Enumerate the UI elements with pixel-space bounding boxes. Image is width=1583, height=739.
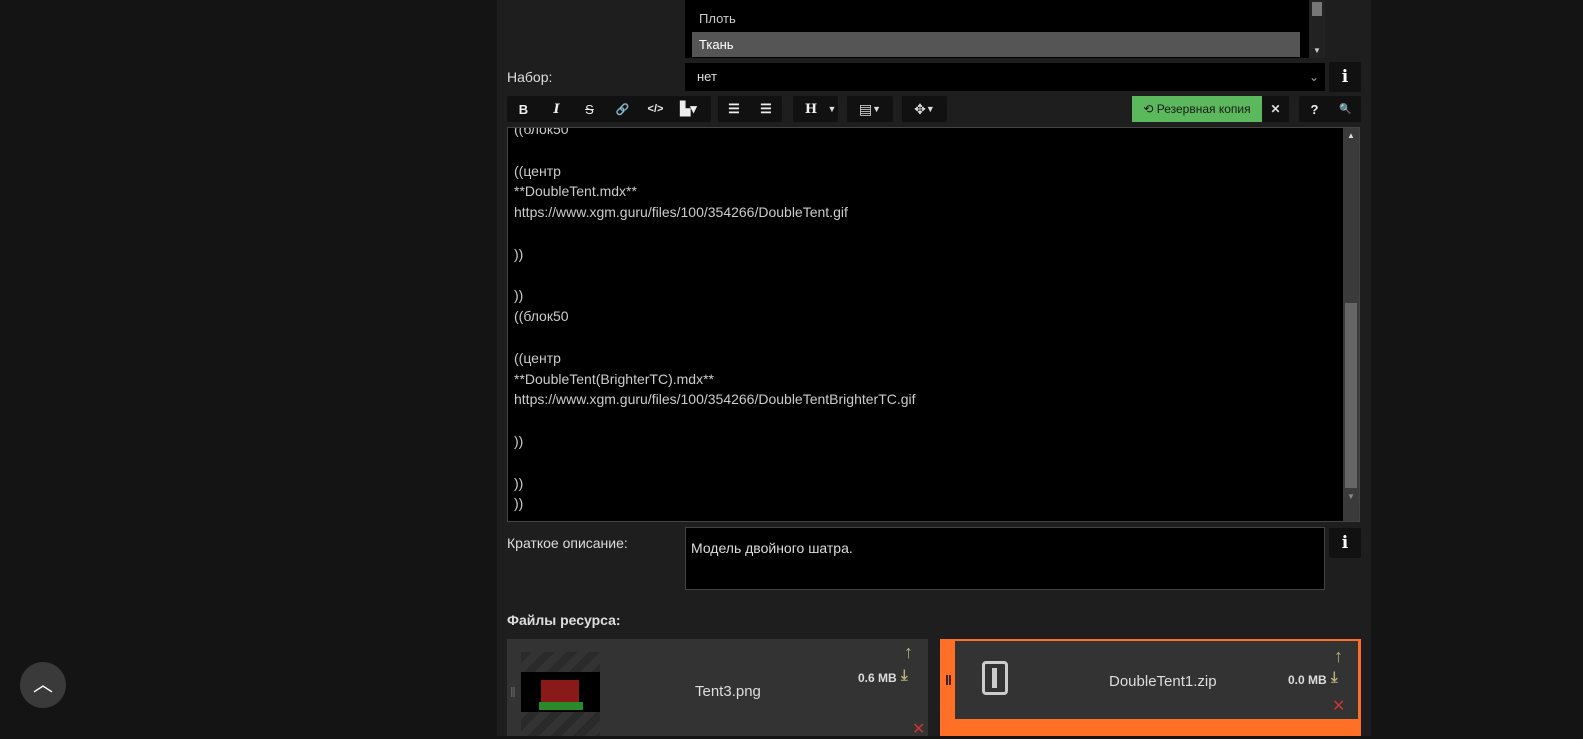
file-name: Tent3.png bbox=[695, 683, 761, 700]
italic-button[interactable]: I bbox=[540, 102, 573, 117]
delete-icon[interactable]: ✕ bbox=[1332, 696, 1345, 716]
short-desc-label: Краткое описание: bbox=[507, 535, 628, 551]
files-heading: Файлы ресурса: bbox=[507, 612, 621, 628]
format-group: B I S 🔗 </> ▙▾ bbox=[507, 96, 711, 122]
short-desc-info-button[interactable]: i bbox=[1329, 528, 1361, 558]
plugin-dropdown-icon[interactable]: ✥ ▼ bbox=[902, 96, 947, 122]
help-button[interactable]: ? bbox=[1299, 102, 1330, 117]
file-size: 0.0 MB bbox=[1288, 673, 1327, 687]
material-listbox[interactable]: Плоть Ткань ▼ bbox=[685, 0, 1325, 58]
file-card: ‖ Tent3.png ↑ 0.6 MB ⤓ ✕ bbox=[507, 639, 928, 739]
backup-button[interactable]: ⟲ Резервная копия bbox=[1132, 96, 1262, 122]
chevron-up-icon: ︿ bbox=[33, 674, 53, 696]
list-dropdown-icon[interactable]: ▤ ▼ bbox=[847, 96, 893, 122]
align-right-icon[interactable]: ☰ bbox=[750, 101, 782, 117]
help-search-group: ? 🔍 bbox=[1299, 96, 1361, 122]
heading-label: H bbox=[804, 101, 818, 117]
drag-handle-icon[interactable]: ‖ bbox=[945, 672, 952, 688]
file-size: 0.6 MB bbox=[858, 671, 897, 685]
close-backup-button[interactable]: ✕ bbox=[1262, 96, 1289, 122]
file-name: DoubleTent1.zip bbox=[1109, 673, 1217, 690]
file-thumbnail bbox=[521, 652, 600, 736]
heading-dropdown[interactable]: H ▼ bbox=[793, 96, 838, 122]
editor-scrollbar[interactable]: ▲ ▼ bbox=[1343, 128, 1359, 521]
download-icon[interactable]: ⤓ bbox=[1331, 669, 1338, 686]
chevron-down-icon: ⌄ bbox=[1308, 70, 1319, 84]
strike-button[interactable]: S bbox=[573, 102, 606, 117]
align-center-icon[interactable]: ☰ bbox=[718, 101, 750, 117]
set-label: Набор: bbox=[507, 69, 553, 85]
content-editor[interactable]: ((блок50 ((центр **DoubleTent.mdx** http… bbox=[507, 127, 1360, 522]
short-desc-textarea[interactable]: Модель двойного шатра. bbox=[685, 527, 1325, 590]
set-info-button[interactable]: i bbox=[1329, 62, 1361, 92]
backup-label: Резервная копия bbox=[1156, 102, 1251, 116]
upload-icon[interactable]: ↑ bbox=[904, 642, 913, 663]
delete-icon[interactable]: ✕ bbox=[912, 719, 925, 739]
bold-button[interactable]: B bbox=[507, 102, 540, 117]
drag-handle-icon[interactable]: ‖ bbox=[510, 684, 516, 700]
history-icon: ⟲ bbox=[1143, 102, 1157, 116]
search-button[interactable]: 🔍 bbox=[1330, 104, 1361, 115]
resource-form: Плоть Ткань ▼ Набор: нет ⌄ i B I S 🔗 </> … bbox=[497, 0, 1371, 739]
option-plot[interactable]: Плоть bbox=[692, 6, 1300, 31]
option-tkan-selected[interactable]: Ткань bbox=[692, 32, 1300, 57]
scroll-to-top-button[interactable]: ︿ bbox=[20, 662, 66, 708]
code-button[interactable]: </> bbox=[639, 103, 672, 115]
editor-text[interactable]: ((блок50 ((центр **DoubleTent.mdx** http… bbox=[514, 128, 916, 514]
set-value: нет bbox=[697, 69, 717, 84]
download-icon[interactable]: ⤓ bbox=[901, 667, 908, 684]
align-group: ☰ ☰ bbox=[718, 96, 782, 122]
image-dropdown-icon[interactable]: ▙▾ bbox=[672, 101, 705, 117]
zip-file-icon bbox=[982, 661, 1008, 695]
upload-icon[interactable]: ↑ bbox=[1334, 646, 1343, 667]
file-card-active: ‖ DoubleTent1.zip ↑ 0.0 MB ⤓ ✕ bbox=[940, 639, 1361, 736]
link-button[interactable]: 🔗 bbox=[606, 103, 639, 116]
set-select[interactable]: нет ⌄ bbox=[685, 63, 1325, 91]
listbox-scrollbar[interactable]: ▼ bbox=[1309, 0, 1325, 58]
